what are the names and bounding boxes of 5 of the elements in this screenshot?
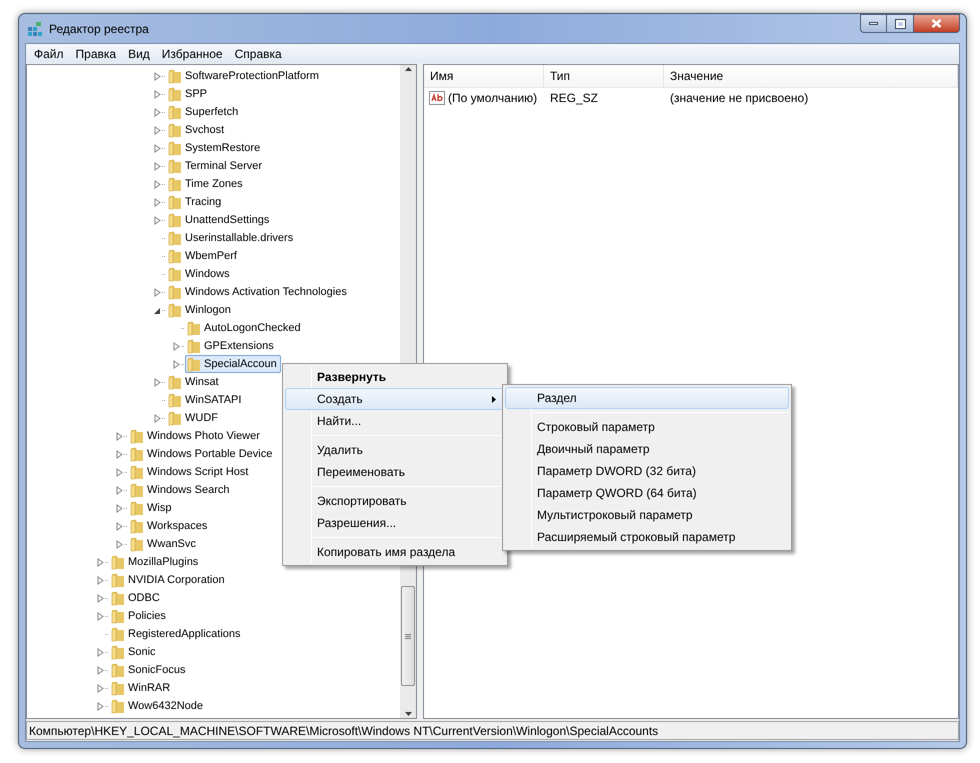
status-bar: Компьютер\HKEY_LOCAL_MACHINE\SOFTWARE\Microsoft\Windows NT\CurrentVersion\Winlogon\SpecialAccounts — [26, 721, 959, 740]
table-cell-text: REG_SZ — [550, 90, 598, 107]
table-cell-text: (значение не присвоено) — [670, 90, 808, 107]
table-cell-text: (По умолчанию) — [448, 90, 538, 107]
window-title: Редактор реестра — [49, 20, 149, 38]
